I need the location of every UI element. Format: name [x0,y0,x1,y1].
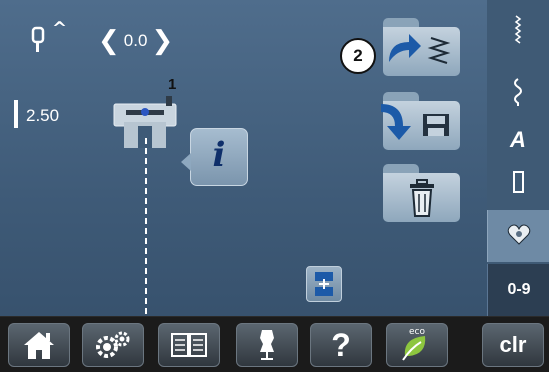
needle-icon[interactable] [30,26,50,54]
tab-buttonholes[interactable] [487,162,549,202]
eco-button[interactable]: eco [386,323,448,367]
tutorial-button[interactable] [158,323,220,367]
needle-position-caret: ^ [52,18,68,39]
book-icon [171,333,207,357]
stitch-length-value[interactable]: 2.50 [26,106,59,126]
disk-icon [423,114,449,136]
trash-icon [410,179,434,217]
tab-alphabets-label: A [510,127,526,152]
buttonhole-icon [512,171,524,193]
help-icon: ? [331,326,351,363]
home-icon [24,332,54,359]
balance-icon [315,272,333,296]
clear-button[interactable]: clr [482,323,544,367]
delete-button[interactable] [383,164,460,222]
tab-alphabets[interactable]: A [487,120,549,160]
eco-label: eco [409,327,425,337]
save-to-memory-button[interactable] [381,92,460,150]
help-button[interactable]: ? [310,323,372,367]
save-arrow-icon [381,104,411,140]
bottom-toolbar: ? eco clr [0,316,549,372]
favorites-heart-icon [507,224,531,245]
tab-numbers-label: 0-9 [507,281,531,298]
info-icon: i [212,135,226,175]
clear-label: clr [499,332,527,357]
mannequin-icon [260,330,274,360]
callout-number: 2 [340,38,376,74]
decorative-stitch-icon [514,78,522,106]
stitch-length-marker [14,100,18,128]
straight-stitch-icon [514,15,522,44]
presser-foot-number: 1 [168,76,177,93]
home-button[interactable] [8,323,70,367]
tab-numbers[interactable]: 0-9 [487,264,549,316]
offset-value: 0.0 [123,31,148,50]
offset-right-arrow[interactable]: ❯ [151,28,173,54]
load-from-memory-button[interactable] [383,18,460,76]
sewing-machine-screen: ^ ❮ 0.0 ❯ 2.50 1 i 2 A 0-9 ? eco clr [0,0,549,372]
needle-offset-control: ❮ 0.0 ❯ [98,26,173,56]
stitch-category-sidebar: A 0-9 [487,0,549,316]
sewing-consultant-button[interactable] [236,323,298,367]
tab-decorative-stitches[interactable] [487,72,549,112]
info-button[interactable]: i [181,128,248,186]
stitch-preview-line [145,138,147,314]
setup-button[interactable] [82,323,144,367]
tab-personal-program[interactable] [487,210,549,262]
upload-arrow-icon [389,34,421,62]
settings-gears-icon [96,331,130,358]
zigzag-icon [427,37,451,64]
balance-button[interactable] [306,266,342,302]
offset-left-arrow[interactable]: ❮ [98,28,120,54]
tab-practical-stitches[interactable] [487,10,549,50]
